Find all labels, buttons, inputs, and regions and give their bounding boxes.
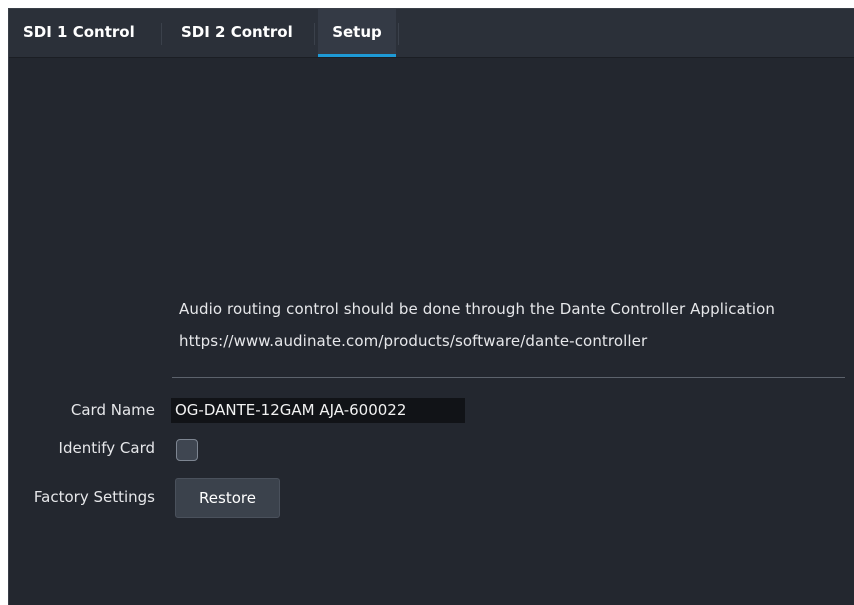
tab-sdi1-control[interactable]: SDI 1 Control — [23, 9, 135, 57]
dante-controller-url: https://www.audinate.com/products/softwa… — [179, 332, 648, 350]
app-window: SDI 1 Control SDI 2 Control Setup Audio … — [8, 8, 854, 605]
routing-info-text: Audio routing control should be done thr… — [179, 300, 775, 318]
identify-card-label: Identify Card — [58, 439, 155, 457]
identify-card-checkbox[interactable] — [176, 439, 198, 461]
tab-separator — [398, 23, 399, 45]
restore-button[interactable]: Restore — [175, 478, 280, 518]
tab-sdi2-control[interactable]: SDI 2 Control — [181, 9, 293, 57]
tab-bar: SDI 1 Control SDI 2 Control Setup — [9, 9, 854, 58]
card-name-field[interactable] — [171, 398, 465, 423]
factory-settings-label: Factory Settings — [33, 488, 155, 506]
card-name-label: Card Name — [70, 401, 155, 419]
tab-setup-label: Setup — [332, 23, 382, 41]
tab-setup[interactable]: Setup — [318, 9, 396, 57]
section-divider — [172, 377, 845, 378]
tab-separator — [161, 23, 162, 45]
tab-separator — [314, 23, 315, 45]
active-tab-indicator — [318, 54, 396, 57]
